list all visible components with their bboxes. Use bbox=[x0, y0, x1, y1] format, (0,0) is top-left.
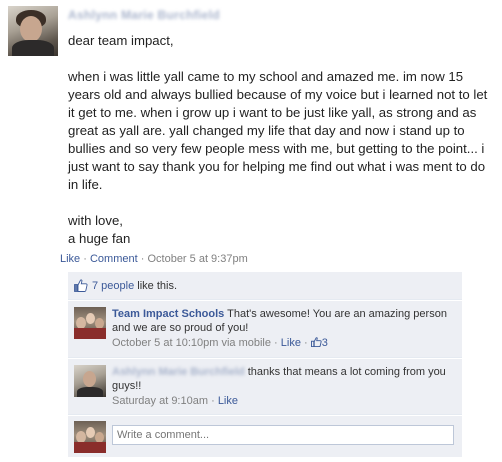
comment-input[interactable] bbox=[112, 425, 454, 445]
comment-item: Team Impact Schools That's awesome! You … bbox=[68, 300, 462, 358]
likers-link[interactable]: 7 people bbox=[92, 280, 134, 292]
comment-timestamp[interactable]: Saturday at 9:10am bbox=[112, 395, 208, 407]
comment-body: Team Impact Schools That's awesome! You … bbox=[112, 307, 456, 335]
comment-body: Ashlynn Marie Burchfield thanks that mea… bbox=[112, 365, 456, 393]
comment-like-link[interactable]: Like bbox=[218, 395, 238, 407]
story-content: Ashlynn Marie Burchfield dear team impac… bbox=[68, 6, 488, 248]
like-link[interactable]: Like bbox=[60, 253, 80, 265]
comment-like-link[interactable]: Like bbox=[281, 337, 301, 349]
comment-timestamp[interactable]: October 5 at 10:10pm via mobile bbox=[112, 337, 271, 349]
feedback-section: 7 people like this. Team Impact Schools … bbox=[68, 272, 462, 457]
comment-composer bbox=[68, 415, 462, 457]
comment-like-number: 3 bbox=[321, 337, 328, 349]
comment-link[interactable]: Comment bbox=[90, 253, 138, 265]
likes-sentence: 7 people like this. bbox=[68, 272, 462, 300]
message-signoff: with love, a huge fan bbox=[68, 213, 131, 246]
story-actions: Like · Comment · October 5 at 9:37pm bbox=[60, 253, 248, 265]
thumbs-up-icon bbox=[74, 279, 88, 292]
message-greeting: dear team impact, bbox=[68, 33, 174, 48]
thumbs-up-icon bbox=[310, 337, 322, 348]
likes-suffix: like this. bbox=[134, 279, 178, 292]
author-avatar[interactable] bbox=[8, 6, 58, 56]
comment-item: Ashlynn Marie Burchfield thanks that mea… bbox=[68, 358, 462, 415]
author-name[interactable]: Ashlynn Marie Burchfield bbox=[68, 8, 220, 22]
commenter-avatar[interactable] bbox=[74, 307, 106, 339]
viewer-avatar bbox=[74, 421, 106, 453]
story-timestamp[interactable]: October 5 at 9:37pm bbox=[147, 253, 247, 265]
comment-meta: Saturday at 9:10am · Like bbox=[112, 395, 238, 407]
comment-like-count[interactable]: 3 bbox=[310, 337, 328, 349]
commenter-name[interactable]: Team Impact Schools bbox=[112, 308, 224, 320]
commenter-avatar[interactable] bbox=[74, 365, 106, 397]
message-body: when i was little yall came to my school… bbox=[68, 69, 488, 192]
comment-meta: October 5 at 10:10pm via mobile · Like ·… bbox=[112, 337, 328, 349]
separator: · bbox=[140, 253, 145, 265]
commenter-name[interactable]: Ashlynn Marie Burchfield bbox=[112, 366, 245, 378]
separator: · bbox=[83, 253, 87, 265]
story-message: dear team impact, when i was little yall… bbox=[68, 32, 488, 248]
